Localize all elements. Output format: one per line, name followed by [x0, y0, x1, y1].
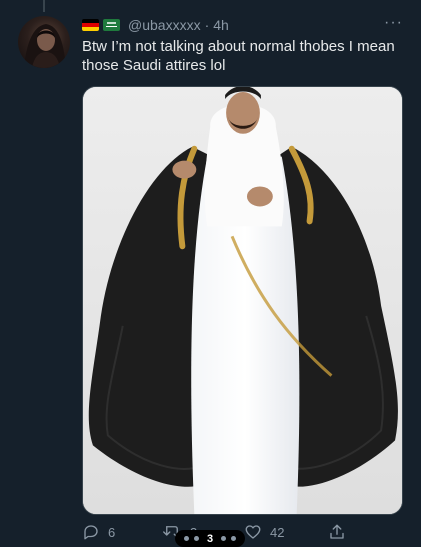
heart-icon: [245, 525, 261, 539]
share-button[interactable]: [328, 520, 346, 544]
man-in-bisht-photo: [83, 87, 402, 514]
reply-count: 6: [108, 524, 116, 540]
like-button[interactable]: 42: [244, 520, 284, 544]
avatar[interactable]: [18, 16, 70, 68]
tweet-header: @ubaxxxxx · 4h ···: [82, 14, 403, 35]
thread-line: [43, 0, 45, 12]
pager-dot[interactable]: [231, 536, 237, 541]
pager-dot[interactable]: [221, 536, 227, 541]
user-handle[interactable]: @ubaxxxxx: [128, 17, 201, 33]
reply-button[interactable]: 6: [82, 520, 115, 544]
timestamp[interactable]: 4h: [213, 17, 229, 33]
tweet-photo[interactable]: [82, 86, 403, 515]
more-icon[interactable]: ···: [384, 14, 403, 32]
avatar-photo: [24, 24, 66, 68]
photo-pager[interactable]: 3: [175, 530, 245, 547]
separator-dot: ·: [204, 17, 210, 33]
pager-current: 3: [206, 532, 214, 545]
pager-dot[interactable]: [193, 536, 199, 541]
germany-flag-icon: [82, 19, 99, 31]
like-count: 42: [270, 524, 285, 540]
pager-dot[interactable]: [183, 536, 189, 541]
tweet[interactable]: @ubaxxxxx · 4h ··· Btw I’m not talking a…: [0, 0, 421, 547]
share-icon: [330, 524, 344, 539]
tweet-text: Btw I’m not talking about normal thobes …: [82, 38, 395, 74]
reply-icon: [84, 525, 98, 540]
saudi-flag-icon: [103, 19, 120, 31]
